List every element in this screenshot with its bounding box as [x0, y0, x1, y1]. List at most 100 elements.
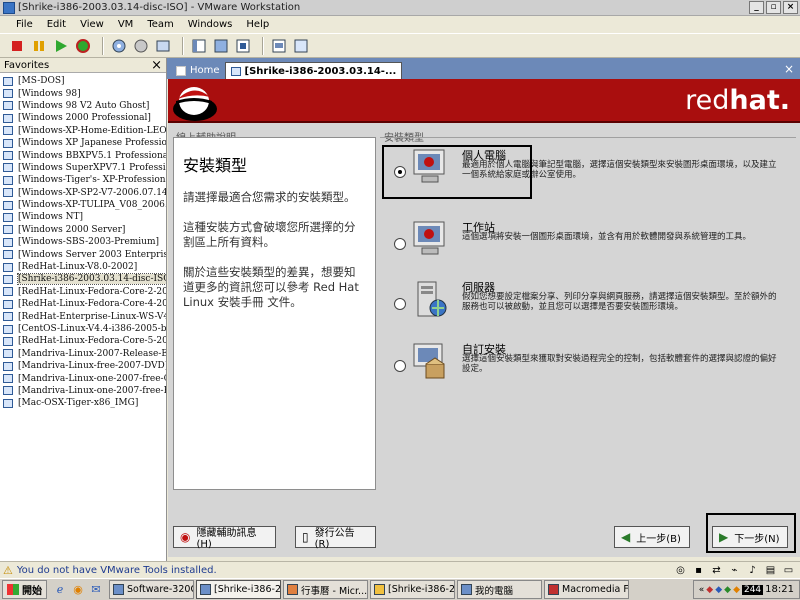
back-button[interactable]: ◀ 上一步(B) [614, 526, 690, 548]
snapshot-manager-icon[interactable] [154, 37, 172, 55]
cdrom-icon[interactable]: ◎ [673, 564, 688, 577]
vm-icon [3, 89, 13, 99]
option-server[interactable]: 伺服器 假如您想要設定檔案分享、列印分享與網頁服務，請選擇這個安裝類型。至於額外… [380, 276, 790, 336]
pause-icon[interactable] [30, 37, 48, 55]
favorite-item[interactable]: [Windows-XP-Home-Edition-LEO] [3, 125, 166, 137]
maximize-button[interactable]: ▫ [766, 1, 781, 14]
tab-close-icon[interactable]: × [784, 62, 794, 76]
snapshot-icon[interactable] [110, 37, 128, 55]
warning-icon: ⚠ [3, 563, 13, 577]
media-player-icon[interactable]: ◉ [70, 582, 86, 598]
menu-view[interactable]: View [80, 19, 104, 30]
favorite-item[interactable]: [Windows-Tiger's- XP-Professional-200 [3, 174, 166, 186]
taskbar-item[interactable]: 行事曆 - Micr... [283, 580, 368, 599]
usb-icon[interactable]: ⌁ [727, 564, 742, 577]
sound-icon[interactable]: ♪ [745, 564, 760, 577]
taskbar-item[interactable]: 我的電腦 [457, 580, 542, 599]
vm-icon [230, 66, 241, 76]
vm-icon [3, 349, 13, 359]
minimize-button[interactable]: _ [749, 1, 764, 14]
vm-icon [3, 188, 13, 198]
close-button[interactable]: × [783, 1, 798, 14]
hide-help-button[interactable]: ◉ 隱藏輔助訊息(H) [173, 526, 276, 550]
option-custom[interactable]: 自訂安裝 選擇這個安裝類型來獲取對安裝過程完全的控制，包括軟體套件的選擇與認證的… [380, 338, 790, 398]
console-view-icon[interactable] [292, 37, 310, 55]
favorite-item[interactable]: [RedHat-Linux-Fedora-Core-2-2004] [3, 286, 166, 298]
favorite-item[interactable]: [Windows SuperXPV7.1 Professional] [3, 162, 166, 174]
radio-workstation[interactable] [394, 238, 406, 250]
tray-app-icon[interactable]: ◆ [733, 585, 740, 595]
radio-server[interactable] [394, 298, 406, 310]
favorites-panel: Favorites × [MS-DOS] [Windows 98] [Windo… [0, 58, 167, 561]
reset-icon[interactable] [74, 37, 92, 55]
favorite-item[interactable]: [Windows-XP-SP2-V7-2006.07.14_ISO [3, 187, 166, 199]
favorite-item[interactable]: [Mandriva-Linux-one-2007-free-KDE] [3, 385, 166, 397]
revert-snapshot-icon[interactable] [132, 37, 150, 55]
favorite-item[interactable]: [Windows-XP-TULIPA_V08_2006.08 [3, 199, 166, 211]
tray-app-icon[interactable]: ◆ [706, 585, 713, 595]
power-on-icon[interactable] [52, 37, 70, 55]
message-log-icon[interactable]: ▭ [781, 564, 796, 577]
favorite-item[interactable]: [RedHat-Linux-Fedora-Core-4-2005] [3, 298, 166, 310]
taskbar-item[interactable]: Software-320G... [109, 580, 194, 599]
favorite-item[interactable]: [Windows 2000 Server] [3, 224, 166, 236]
radio-custom[interactable] [394, 360, 406, 372]
start-button[interactable]: 開始 [2, 580, 47, 599]
taskbar-item-active[interactable]: [Shrike-i386-2... [196, 580, 281, 599]
floppy-icon[interactable]: ▪ [691, 564, 706, 577]
power-off-icon[interactable] [8, 37, 26, 55]
vmware-icon [200, 584, 211, 595]
network-icon[interactable]: ⇄ [709, 564, 724, 577]
favorite-item[interactable]: [Mandriva-Linux-one-2007-free-Gnom [3, 372, 166, 384]
tab-home[interactable]: Home [171, 62, 225, 79]
favorite-item-selected[interactable]: [Shrike-i386-2003.03.14-disc-ISO] [3, 273, 166, 286]
favorite-item[interactable]: [Mandriva-Linux-2007-Release-Eng-C [3, 348, 166, 360]
quick-switch-icon[interactable] [212, 37, 230, 55]
taskbar-item[interactable]: Macromedia Fi... [544, 580, 629, 599]
release-notes-button[interactable]: ▯ 發行公告(R) [295, 526, 376, 550]
fullscreen-icon[interactable] [234, 37, 252, 55]
favorite-item[interactable]: [Windows-SBS-2003-Premium] [3, 236, 166, 248]
favorite-item[interactable]: [Mac-OSX-Tiger-x86_IMG] [3, 397, 166, 409]
summary-view-icon[interactable] [270, 37, 288, 55]
favorites-close-icon[interactable]: × [151, 58, 162, 73]
vm-icon [3, 163, 13, 173]
menu-file[interactable]: File [16, 19, 33, 30]
favorite-item[interactable]: [Windows 2000 Professional] [3, 112, 166, 124]
vm-icon [3, 262, 13, 272]
taskbar-item[interactable]: [Shrike-i386-2... [370, 580, 455, 599]
vmware-app-icon[interactable] [3, 1, 15, 14]
tray-expand-icon[interactable]: « [699, 585, 705, 595]
vmware-tools-message[interactable]: You do not have VMware Tools installed. [17, 565, 217, 576]
sidebar-toggle-icon[interactable] [190, 37, 208, 55]
menu-vm[interactable]: VM [118, 19, 133, 30]
tray-app-icon[interactable]: ◆ [724, 585, 731, 595]
tab-vm-shrike[interactable]: [Shrike-i386-2003.03.14-... [224, 62, 403, 79]
favorite-item[interactable]: [Windows BBXPV5.1 Professional] [3, 149, 166, 161]
favorite-item[interactable]: [Windows Server 2003 Enterprise Editi [3, 248, 166, 260]
favorite-item[interactable]: [RedHat-Enterprise-Linux-WS-V4.0-20 [3, 310, 166, 322]
favorite-item[interactable]: [MS-DOS] [3, 75, 166, 87]
favorite-item[interactable]: [RedHat-Linux-V8.0-2002] [3, 261, 166, 273]
favorite-item[interactable]: [Windows XP Japanese Professional] [3, 137, 166, 149]
favorite-item[interactable]: [Windows NT] [3, 211, 166, 223]
printer-icon[interactable]: ▤ [763, 564, 778, 577]
favorite-item[interactable]: [Mandriva-Linux-free-2007-DVD] [3, 360, 166, 372]
vm-icon [3, 274, 13, 284]
menu-edit[interactable]: Edit [47, 19, 66, 30]
quick-launch: ℯ ◉ ✉ [51, 582, 105, 598]
menu-windows[interactable]: Windows [188, 19, 233, 30]
ie-icon[interactable]: ℯ [52, 582, 68, 598]
favorite-item[interactable]: [RedHat-Linux-Fedora-Core-5-2006-i3 [3, 335, 166, 347]
menu-team[interactable]: Team [147, 19, 173, 30]
tray-app-icon[interactable]: ◆ [715, 585, 722, 595]
favorite-item[interactable]: [Windows 98 V2 Auto Ghost] [3, 100, 166, 112]
favorite-item[interactable]: [Windows 98] [3, 87, 166, 99]
vm-icon [3, 312, 13, 322]
tray-counter[interactable]: 244 [741, 584, 764, 595]
vm-console[interactable]: redhat. 線上輔助說明 安裝類型 請選擇最適合您需求的安裝類型。 這種安裝… [168, 79, 800, 557]
option-workstation[interactable]: 工作站 這個選項將安裝一個圖形桌面環境，並含有用於軟體開發與系統管理的工具。 [380, 216, 790, 276]
outlook-icon[interactable]: ✉ [88, 582, 104, 598]
favorite-item[interactable]: [CentOS-Linux-V4.4-i386-2005-bin1- [3, 323, 166, 335]
menu-help[interactable]: Help [246, 19, 269, 30]
